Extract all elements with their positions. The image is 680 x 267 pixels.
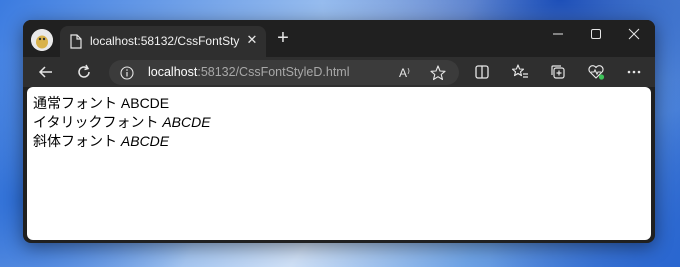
favorite-star-icon[interactable] (429, 64, 447, 82)
plus-icon[interactable]: + (273, 28, 293, 49)
oblique-font-sample: ABCDE (120, 133, 170, 149)
refresh-icon[interactable] (73, 61, 95, 83)
page-content: 通常フォント ABCDE イタリックフォント ABCDE 斜体フォント ABCD… (27, 87, 651, 240)
split-screen-icon[interactable] (471, 61, 493, 83)
maximize-icon[interactable] (581, 24, 611, 44)
browser-essentials-icon[interactable] (585, 61, 607, 83)
normal-font-line: 通常フォント ABCDE (33, 93, 169, 111)
page-icon (70, 34, 82, 49)
italic-font-line: イタリックフォント ABCDE (33, 112, 211, 130)
italic-font-label: イタリックフォント (33, 114, 159, 130)
tab-title: localhost:58132/CssFontStyleD.html (90, 34, 240, 48)
oblique-font-label: 斜体フォント (33, 133, 117, 149)
info-icon[interactable] (120, 65, 134, 80)
browser-tab[interactable]: localhost:58132/CssFontStyleD.html ✕ (60, 26, 266, 57)
collections-icon[interactable] (547, 61, 569, 83)
browser-window: localhost:58132/CssFontStyleD.html ✕ + l… (23, 20, 655, 243)
browser-toolbar: localhost:58132/CssFontStyleD.html A⁾ (23, 57, 655, 87)
read-aloud-icon[interactable]: A⁾ (399, 64, 417, 82)
normal-font-label: 通常フォント (33, 95, 117, 111)
back-icon[interactable] (35, 61, 57, 83)
profile-icon[interactable] (31, 29, 53, 51)
title-bar: localhost:58132/CssFontStyleD.html ✕ + (23, 20, 655, 57)
normal-font-sample: ABCDE (120, 95, 170, 111)
url-host: localhost (148, 65, 198, 79)
address-bar[interactable]: localhost:58132/CssFontStyleD.html A⁾ (109, 60, 459, 85)
url-text: localhost:58132/CssFontStyleD.html (148, 65, 350, 81)
url-path: :58132/CssFontStyleD.html (197, 65, 350, 79)
italic-font-sample: ABCDE (162, 114, 211, 130)
window-close-icon[interactable] (619, 24, 649, 44)
close-icon[interactable]: ✕ (244, 33, 260, 49)
oblique-font-line: 斜体フォント ABCDE (33, 131, 169, 149)
minimize-icon[interactable] (543, 24, 573, 44)
more-icon[interactable] (623, 61, 645, 83)
favorites-icon[interactable] (509, 61, 531, 83)
